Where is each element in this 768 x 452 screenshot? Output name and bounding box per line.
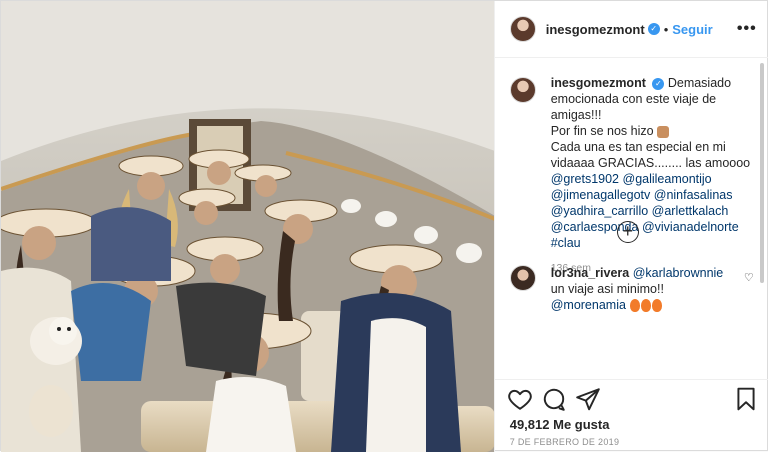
load-more-comments-plus-circle-icon[interactable]: + [616,221,639,243]
mention-link[interactable]: @arlettkalach [652,204,729,218]
folded-hands-emoji-icon [657,125,670,138]
post-actions: 49,812 Me gusta 7 de febrero de 2019 [494,379,768,452]
comment-bubble-icon[interactable] [541,386,567,412]
author-username[interactable]: inesgomezmont [546,22,645,37]
mention-link[interactable]: @yadhira_carrillo [551,204,648,218]
commenter-username[interactable]: lor3na_rivera [551,266,630,280]
caption: inesgomezmont ✓ Demasiado emocionada con… [509,75,755,276]
caption-avatar[interactable] [509,77,536,103]
likes-number: 49,812 [509,417,550,432]
fire-emoji-icon [641,299,652,313]
caption-body: inesgomezmont ✓ Demasiado emocionada con… [551,75,751,276]
likes-count[interactable]: 49,812 Me gusta [510,417,610,432]
more-options-icon[interactable]: ••• [737,20,757,38]
mention-link[interactable]: @ninfasalinas [654,188,733,202]
mention-link[interactable]: @morenamia [551,298,626,312]
post-date[interactable]: 7 de febrero de 2019 [510,437,620,447]
mention-link[interactable]: @galileamontijo [623,172,712,186]
fire-emoji-icon [630,299,641,313]
author-avatar[interactable] [509,16,536,42]
comment-item: lor3na_rivera @karlabrownnie un viaje as… [509,265,758,313]
share-direct-icon[interactable] [575,386,601,412]
comments-scrollbar[interactable] [760,63,764,283]
post-photo[interactable] [1,1,494,452]
mention-link[interactable]: @jimenagallegotv [551,188,651,202]
comments-area[interactable]: inesgomezmont ✓ Demasiado emocionada con… [495,59,768,379]
photo-illustration [1,1,494,452]
comment-body: lor3na_rivera @karlabrownnie un viaje as… [551,265,736,313]
verified-badge-icon: ✓ [652,77,665,90]
caption-line-2: Por fin se nos hizo [550,124,654,138]
like-heart-icon[interactable] [507,386,533,412]
post-header: inesgomezmont ✓ • Seguir ••• [494,1,768,58]
hashtag-link[interactable]: #clau [551,236,581,250]
verified-badge-icon: ✓ [647,23,660,35]
post-panel: inesgomezmont ✓ • Seguir ••• inesgomezmo… [493,1,768,452]
mention-link[interactable]: @grets1902 [551,172,619,186]
commenter-avatar[interactable] [509,265,536,291]
like-comment-heart-icon[interactable]: ♡ [744,271,754,284]
mention-link[interactable]: @karlabrownnie [633,266,724,280]
follow-button[interactable]: Seguir [672,22,712,37]
caption-line-3: Cada una es tan especial en mi vidaaaa G… [550,140,751,170]
caption-username[interactable]: inesgomezmont [551,76,646,90]
comment-text: un viaje asi minimo!! [550,282,664,296]
likes-label: Me gusta [553,417,610,432]
save-bookmark-icon[interactable] [733,386,759,412]
instagram-post: inesgomezmont ✓ • Seguir ••• inesgomezmo… [0,0,768,452]
separator-dot: • [663,21,669,37]
mention-link[interactable]: @vivianadelnorte [642,220,739,234]
fire-emoji-icon [652,299,663,313]
